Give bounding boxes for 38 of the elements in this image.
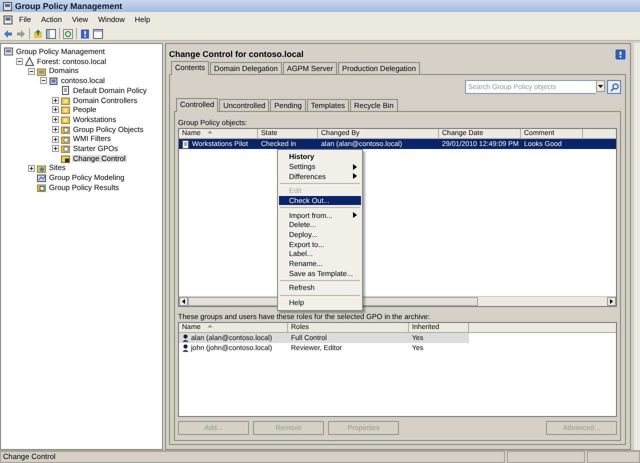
- collapse-icon[interactable]: [40, 77, 47, 84]
- collapse-icon[interactable]: [28, 68, 35, 75]
- sort-icon: [206, 130, 213, 134]
- user-icon: [182, 334, 189, 342]
- search-button[interactable]: [607, 80, 621, 94]
- expand-icon[interactable]: [52, 106, 59, 114]
- collapse-icon[interactable]: [16, 58, 23, 66]
- search-icon: [610, 82, 618, 92]
- folder-icon: [37, 66, 46, 76]
- window-title: Group Policy Management: [15, 2, 122, 10]
- expand-icon[interactable]: [52, 96, 59, 104]
- up-folder-icon[interactable]: [33, 28, 43, 38]
- triangle-icon: [25, 57, 34, 66]
- refresh-icon[interactable]: [63, 28, 73, 38]
- console-icon: [3, 14, 13, 24]
- panel-icon[interactable]: [93, 28, 103, 38]
- right-arrow-icon: [607, 297, 616, 306]
- chart-icon: [37, 173, 46, 182]
- domain-icon: [49, 76, 58, 86]
- pane-title: Change Control for contoso.local: [169, 50, 304, 58]
- folder-icon: [61, 154, 70, 163]
- expand-icon[interactable]: [52, 126, 59, 133]
- console-icon: [4, 47, 13, 56]
- document-icon: [182, 140, 190, 148]
- expand-icon[interactable]: [28, 164, 35, 172]
- dropdown-icon[interactable]: [596, 80, 605, 92]
- sort-icon: [206, 324, 213, 328]
- show-tree-icon[interactable]: [46, 28, 56, 38]
- user-icon: [182, 344, 189, 352]
- back-icon[interactable]: [3, 28, 13, 38]
- folder-icon: [37, 164, 46, 173]
- expand-icon[interactable]: [52, 136, 59, 143]
- expand-icon[interactable]: [52, 145, 59, 152]
- document-icon: [61, 86, 70, 96]
- submenu-arrow-icon: [353, 212, 357, 218]
- left-arrow-icon: [179, 297, 188, 306]
- expand-icon[interactable]: [52, 116, 59, 124]
- folder-icon: [37, 182, 46, 192]
